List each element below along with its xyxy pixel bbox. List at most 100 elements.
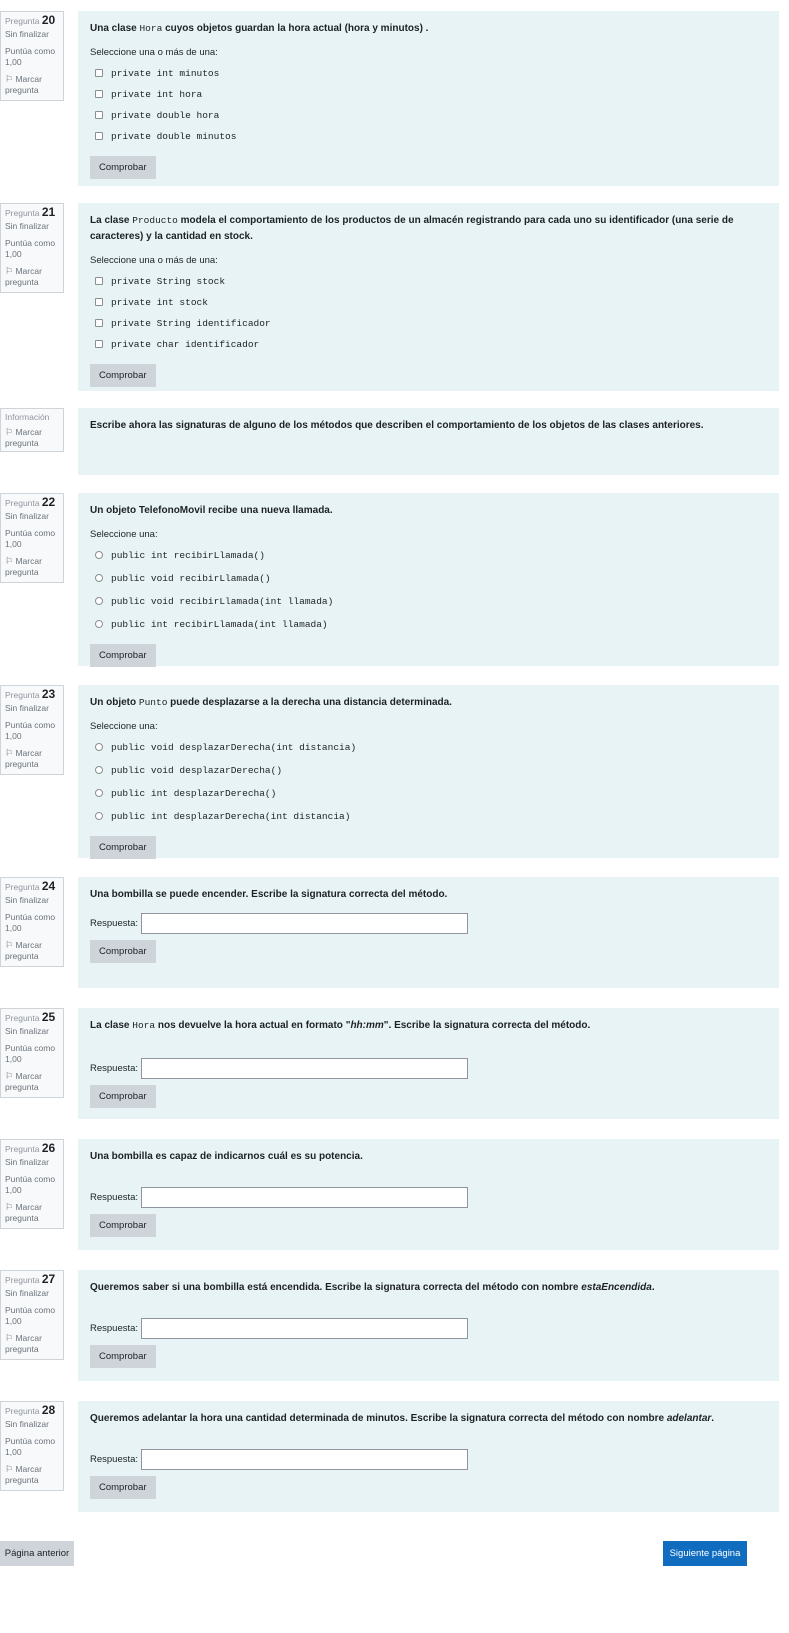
- information-info: Información ⚐ Marcar pregunta: [0, 408, 64, 452]
- check-button[interactable]: Comprobar: [90, 644, 156, 667]
- checkbox[interactable]: [95, 132, 103, 140]
- radio-button[interactable]: [95, 620, 103, 628]
- flag-icon: ⚐: [5, 1333, 14, 1343]
- answer-option[interactable]: private double minutos: [90, 130, 767, 142]
- flag-icon: ⚐: [5, 556, 14, 566]
- question-text: Una clase Hora cuyos objetos guardan la …: [90, 23, 429, 34]
- answer-option[interactable]: private int stock: [90, 296, 767, 308]
- radio-button[interactable]: [95, 551, 103, 559]
- answer-option[interactable]: public int desplazarDerecha(int distanci…: [90, 810, 767, 822]
- answer-input[interactable]: [141, 1058, 469, 1079]
- answer-option[interactable]: public void recibirLlamada(int llamada): [90, 595, 767, 607]
- question-grade: Puntúa como 1,00: [5, 528, 56, 549]
- question-text: La clase Producto modela el comportamien…: [90, 215, 734, 242]
- flag-question-link[interactable]: ⚐ Marcar pregunta: [5, 748, 59, 770]
- checkbox[interactable]: [95, 277, 103, 285]
- question-text: La clase Hora nos devuelve la hora actua…: [90, 1020, 591, 1031]
- next-page-button[interactable]: Siguiente página: [663, 1541, 747, 1566]
- check-button[interactable]: Comprobar: [90, 836, 156, 859]
- radio-button[interactable]: [95, 597, 103, 605]
- radio-button[interactable]: [95, 812, 103, 820]
- checkbox[interactable]: [95, 69, 103, 77]
- question-number: 24: [41, 879, 56, 893]
- question-info-28: Pregunta 28 Sin finalizar Puntúa como 1,0…: [0, 1401, 64, 1491]
- check-button[interactable]: Comprobar: [90, 156, 156, 179]
- flag-icon: ⚐: [5, 748, 14, 758]
- question-content-28: Queremos adelantar la hora una cantidad …: [78, 1401, 779, 1512]
- question-state: Sin finalizar: [5, 511, 49, 521]
- flag-question-link[interactable]: ⚐ Marcar pregunta: [5, 74, 59, 96]
- answer-label: Respuesta:: [90, 1454, 139, 1465]
- previous-page-button[interactable]: Página anterior: [0, 1541, 74, 1566]
- question-state: Sin finalizar: [5, 703, 49, 713]
- check-button[interactable]: Comprobar: [90, 1214, 156, 1237]
- radio-button[interactable]: [95, 743, 103, 751]
- select-prompt: Seleccione una:: [90, 529, 158, 540]
- answer-option[interactable]: public void desplazarDerecha(): [90, 764, 767, 776]
- flag-question-link[interactable]: ⚐ Marcar pregunta: [5, 556, 59, 578]
- question-info-25: Pregunta 25 Sin finalizar Puntúa como 1,0…: [0, 1008, 64, 1098]
- question-text: Un objeto TelefonoMovil recibe una nueva…: [90, 505, 333, 516]
- question-state: Sin finalizar: [5, 1157, 49, 1167]
- answer-option[interactable]: public int desplazarDerecha(): [90, 787, 767, 799]
- checkbox[interactable]: [95, 298, 103, 306]
- checkbox[interactable]: [95, 111, 103, 119]
- flag-question-link[interactable]: ⚐ Marcar pregunta: [5, 1464, 59, 1486]
- check-button[interactable]: Comprobar: [90, 1085, 156, 1108]
- question-grade: Puntúa como 1,00: [5, 1436, 56, 1457]
- select-prompt: Seleccione una:: [90, 721, 158, 732]
- answer-option[interactable]: private double hora: [90, 109, 767, 121]
- answer-option[interactable]: private String stock: [90, 275, 767, 287]
- flag-question-link[interactable]: ⚐ Marcar pregunta: [5, 1333, 59, 1355]
- answer-option[interactable]: private int minutos: [90, 67, 767, 79]
- answer-option[interactable]: private String identificador: [90, 317, 767, 329]
- answer-input[interactable]: [141, 1318, 469, 1339]
- question-content-23: Un objeto Punto puede desplazarse a la d…: [78, 685, 779, 859]
- radio-button[interactable]: [95, 766, 103, 774]
- answer-option[interactable]: public int recibirLlamada(int llamada): [90, 618, 767, 630]
- check-button[interactable]: Comprobar: [90, 940, 156, 963]
- check-button[interactable]: Comprobar: [90, 1345, 156, 1368]
- answer-option[interactable]: public int recibirLlamada(): [90, 549, 767, 561]
- question-number: 23: [41, 687, 56, 701]
- answer-input[interactable]: [141, 913, 469, 934]
- answer-input[interactable]: [141, 1187, 469, 1208]
- question-content-24: Una bombilla se puede encender. Escribe …: [78, 877, 779, 988]
- answer-option[interactable]: private int hora: [90, 88, 767, 100]
- radio-button[interactable]: [95, 574, 103, 582]
- flag-question-link[interactable]: ⚐ Marcar pregunta: [5, 1071, 59, 1093]
- answer-input[interactable]: [141, 1449, 469, 1470]
- question-grade: Puntúa como 1,00: [5, 1174, 56, 1195]
- check-button[interactable]: Comprobar: [90, 364, 156, 387]
- flag-icon: ⚐: [5, 427, 14, 437]
- radio-button[interactable]: [95, 789, 103, 797]
- question-number: 28: [41, 1403, 56, 1417]
- answer-label: Respuesta:: [90, 1063, 139, 1074]
- answer-label: Respuesta:: [90, 918, 139, 929]
- question-info-27: Pregunta 27 Sin finalizar Puntúa como 1,0…: [0, 1270, 64, 1360]
- question-info-22: Pregunta 22 Sin finalizar Puntúa como 1,0…: [0, 493, 64, 583]
- flag-icon: ⚐: [5, 74, 14, 84]
- question-number: 20: [41, 13, 56, 27]
- question-info-20: Pregunta 20 Sin finalizar Puntúa como 1,0…: [0, 11, 64, 101]
- question-text: Queremos saber si una bombilla está ence…: [90, 1282, 655, 1293]
- answer-option[interactable]: public void recibirLlamada(): [90, 572, 767, 584]
- flag-question-link[interactable]: ⚐ Marcar pregunta: [5, 427, 59, 449]
- question-state: Sin finalizar: [5, 221, 49, 231]
- flag-question-link[interactable]: ⚐ Marcar pregunta: [5, 266, 59, 288]
- question-number: 25: [41, 1010, 56, 1024]
- question-grade: Puntúa como 1,00: [5, 238, 56, 259]
- flag-question-link[interactable]: ⚐ Marcar pregunta: [5, 940, 59, 962]
- answer-option[interactable]: private char identificador: [90, 338, 767, 350]
- question-content-26: Una bombilla es capaz de indicarnos cuál…: [78, 1139, 779, 1250]
- answer-option[interactable]: public void desplazarDerecha(int distanc…: [90, 741, 767, 753]
- checkbox[interactable]: [95, 319, 103, 327]
- checkbox[interactable]: [95, 340, 103, 348]
- flag-question-link[interactable]: ⚐ Marcar pregunta: [5, 1202, 59, 1224]
- question-state: Sin finalizar: [5, 1026, 49, 1036]
- question-grade: Puntúa como 1,00: [5, 1305, 56, 1326]
- question-number: 26: [41, 1141, 56, 1155]
- checkbox[interactable]: [95, 90, 103, 98]
- check-button[interactable]: Comprobar: [90, 1476, 156, 1499]
- question-content-21: La clase Producto modela el comportamien…: [78, 203, 779, 391]
